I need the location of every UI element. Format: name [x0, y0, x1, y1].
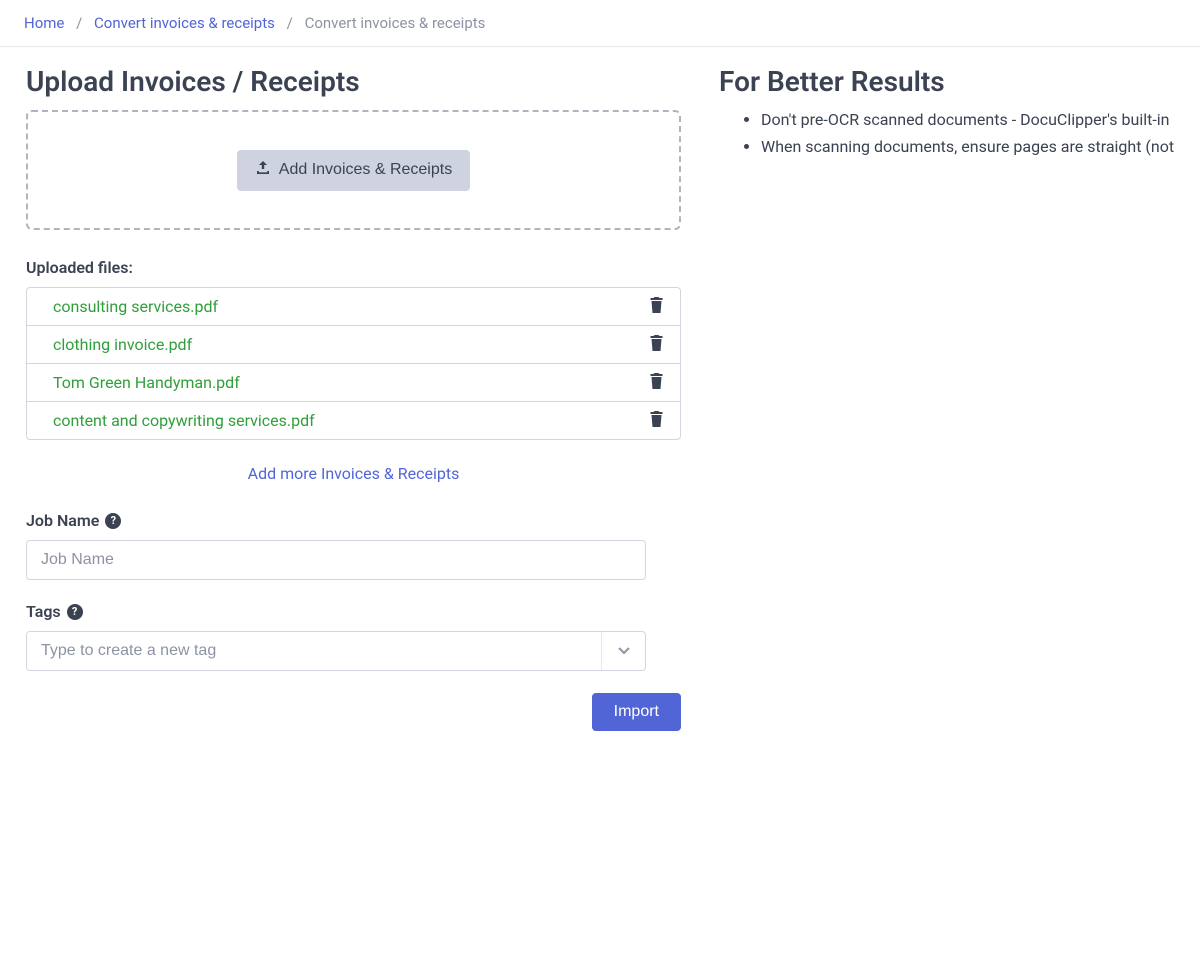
- file-row: clothing invoice.pdf: [27, 326, 680, 364]
- breadcrumb: Home / Convert invoices & receipts / Con…: [0, 0, 1200, 47]
- job-name-input[interactable]: [26, 540, 646, 580]
- tip-item: When scanning documents, ensure pages ar…: [761, 135, 1174, 160]
- uploaded-files-label: Uploaded files:: [26, 258, 681, 277]
- breadcrumb-separator: /: [287, 14, 293, 32]
- add-invoices-button[interactable]: Add Invoices & Receipts: [237, 150, 470, 191]
- file-row: Tom Green Handyman.pdf: [27, 364, 680, 402]
- delete-file-button[interactable]: [647, 333, 666, 356]
- tags-select[interactable]: [26, 631, 646, 671]
- delete-file-button[interactable]: [647, 409, 666, 432]
- file-name[interactable]: consulting services.pdf: [53, 297, 218, 316]
- tips-title: For Better Results: [719, 65, 1174, 98]
- trash-icon: [649, 377, 664, 392]
- file-row: content and copywriting services.pdf: [27, 402, 680, 439]
- file-name[interactable]: content and copywriting services.pdf: [53, 411, 315, 430]
- delete-file-button[interactable]: [647, 295, 666, 318]
- trash-icon: [649, 339, 664, 354]
- delete-file-button[interactable]: [647, 371, 666, 394]
- breadcrumb-home[interactable]: Home: [24, 14, 64, 32]
- help-icon[interactable]: ?: [105, 513, 121, 529]
- upload-icon: [255, 160, 271, 181]
- breadcrumb-separator: /: [76, 14, 82, 32]
- tip-item: Don't pre-OCR scanned documents - DocuCl…: [761, 108, 1174, 133]
- file-name[interactable]: Tom Green Handyman.pdf: [53, 373, 240, 392]
- uploaded-files-table: consulting services.pdf clothing invoice…: [26, 287, 681, 440]
- upload-dropzone[interactable]: Add Invoices & Receipts: [26, 110, 681, 230]
- file-name[interactable]: clothing invoice.pdf: [53, 335, 192, 354]
- page-title: Upload Invoices / Receipts: [26, 65, 681, 98]
- add-more-link[interactable]: Add more Invoices & Receipts: [248, 464, 460, 483]
- breadcrumb-convert-link[interactable]: Convert invoices & receipts: [94, 14, 275, 32]
- trash-icon: [649, 301, 664, 316]
- breadcrumb-current: Convert invoices & receipts: [305, 14, 486, 32]
- job-name-label: Job Name ?: [26, 511, 681, 530]
- tags-label-text: Tags: [26, 602, 61, 621]
- tags-dropdown-toggle[interactable]: [601, 632, 645, 670]
- tips-list: Don't pre-OCR scanned documents - DocuCl…: [719, 108, 1174, 160]
- help-icon[interactable]: ?: [67, 604, 83, 620]
- file-row: consulting services.pdf: [27, 288, 680, 326]
- import-button[interactable]: Import: [592, 693, 681, 731]
- tags-label: Tags ?: [26, 602, 681, 621]
- tags-input[interactable]: [27, 632, 601, 670]
- add-invoices-label: Add Invoices & Receipts: [279, 161, 452, 179]
- job-name-label-text: Job Name: [26, 511, 99, 530]
- chevron-down-icon: [617, 642, 631, 661]
- trash-icon: [649, 415, 664, 430]
